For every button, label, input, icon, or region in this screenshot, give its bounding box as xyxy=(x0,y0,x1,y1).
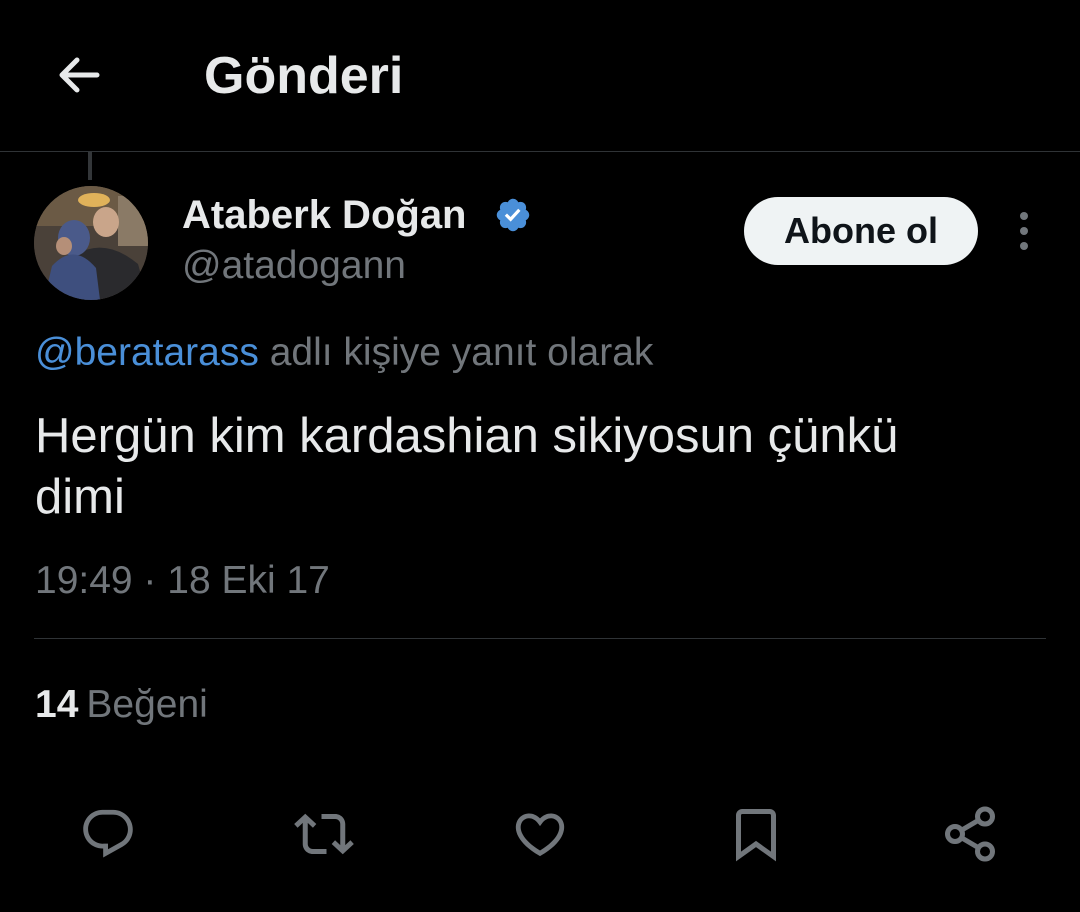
author-display-name[interactable]: Ataberk Doğan xyxy=(182,192,467,238)
follow-button[interactable]: Abone ol xyxy=(744,197,978,265)
reply-mention-link[interactable]: @beratarass xyxy=(35,331,259,374)
author-avatar[interactable] xyxy=(34,186,148,300)
page-title: Gönderi xyxy=(204,47,404,105)
top-app-bar: Gönderi xyxy=(0,0,1080,152)
reply-button[interactable] xyxy=(70,796,146,872)
bookmark-button[interactable] xyxy=(718,796,794,872)
more-vertical-icon xyxy=(1020,212,1028,220)
likes-count: 14 xyxy=(35,683,79,726)
avatar-photo xyxy=(34,186,148,300)
likes-stat[interactable]: 14 Beğeni xyxy=(35,682,208,728)
bookmark-icon xyxy=(736,809,776,862)
reply-icon xyxy=(83,809,133,858)
share-button[interactable] xyxy=(932,796,1008,872)
thread-connector-line xyxy=(88,152,92,180)
heart-icon xyxy=(515,813,565,857)
arrow-left-icon xyxy=(59,57,100,93)
reply-suffix: adlı kişiye yanıt olarak xyxy=(269,331,654,374)
tweet-timestamp[interactable]: 19:49 · 18 Eki 17 xyxy=(35,558,330,604)
share-icon xyxy=(945,806,995,862)
verified-badge-icon xyxy=(496,198,530,232)
like-button[interactable] xyxy=(502,796,578,872)
divider xyxy=(34,638,1046,639)
retweet-icon xyxy=(294,813,354,855)
more-options-button[interactable] xyxy=(1004,208,1044,254)
tweet-text: Hergün kim kardashian sikiyosun çünkü di… xyxy=(35,409,899,524)
author-handle[interactable]: @atadogann xyxy=(182,244,406,288)
replying-to-line: @beratarass adlı kişiye yanıt olarak xyxy=(35,330,653,376)
action-bar xyxy=(0,796,1080,872)
likes-label: Beğeni xyxy=(86,683,208,726)
back-button[interactable] xyxy=(48,44,110,106)
retweet-button[interactable] xyxy=(286,796,362,872)
